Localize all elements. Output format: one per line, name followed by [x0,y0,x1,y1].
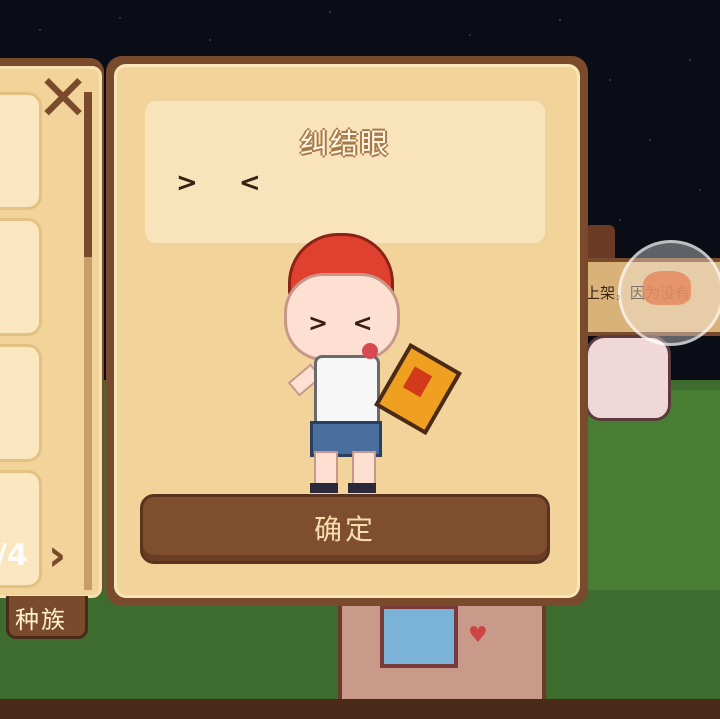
page-indicator: /4 [0,538,28,573]
expression-slot[interactable]: ▣ [0,218,42,336]
expression-name: 纠结眼 [299,127,390,160]
expression-preview: > < [176,168,277,198]
expression-slot[interactable]: ◆ [0,344,42,462]
fence [0,699,720,719]
next-page-icon[interactable]: › [48,530,66,581]
character-preview: > < [280,225,462,495]
confirm-button-label[interactable]: 确定 [140,508,550,548]
character-shoe [310,483,338,493]
race-tab-label: 种族 [15,606,67,634]
card-icon [374,342,462,436]
character-shoe [348,483,376,493]
race-tab[interactable]: 种族 [6,596,88,639]
rose-icon [362,343,378,359]
character-face: > < [308,309,381,337]
shop-window [380,605,458,668]
heart-icon: ♥ [468,623,488,648]
npc-cat [585,335,671,421]
action-button[interactable] [618,240,720,346]
close-icon[interactable]: ✕ [34,67,92,131]
